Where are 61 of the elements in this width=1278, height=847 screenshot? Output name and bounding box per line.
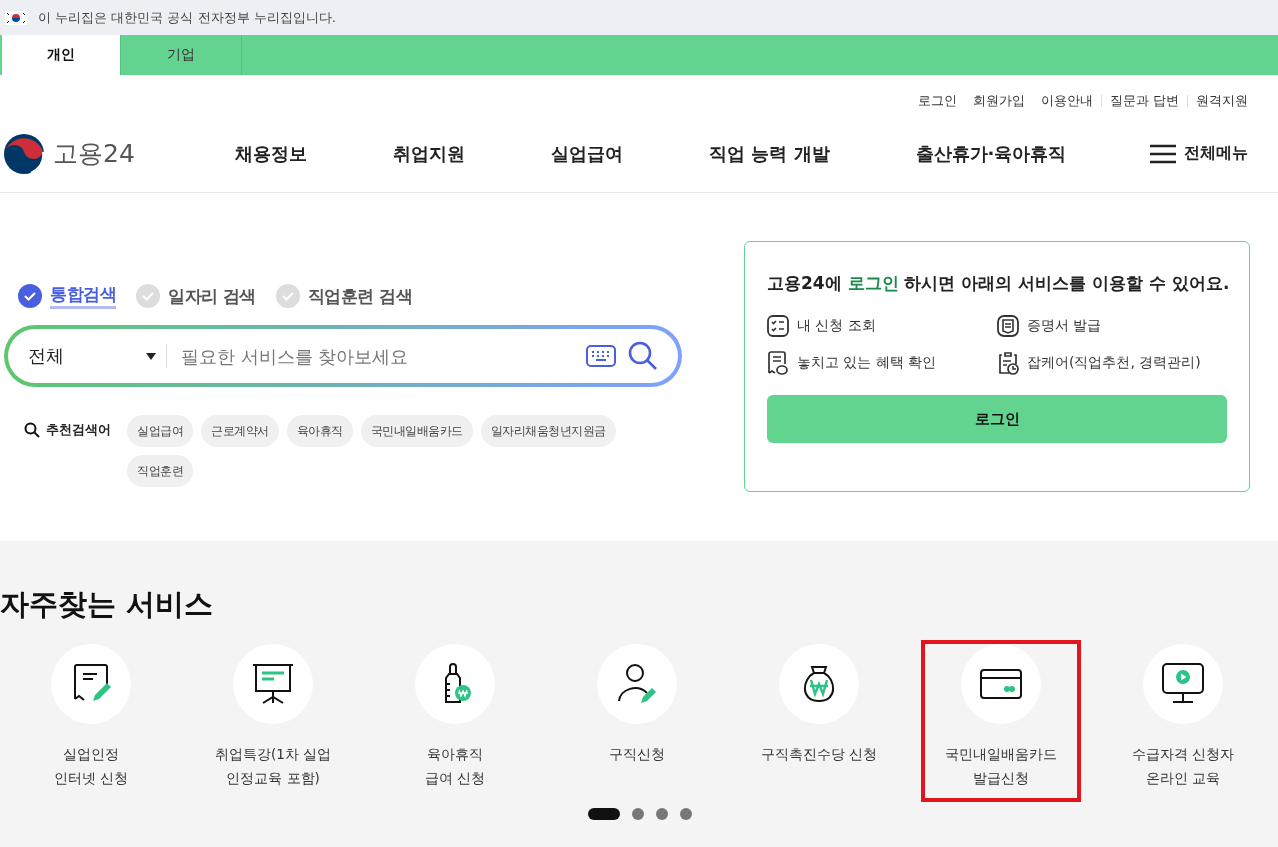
category-select[interactable]: 전체 — [28, 344, 167, 368]
search-type-option[interactable]: 직업훈련 검색 — [275, 283, 413, 309]
checklist-icon — [767, 315, 789, 337]
person-pencil-icon — [617, 663, 657, 705]
service-label[interactable]: 수급자격 신청자 온라인 교육 — [1131, 742, 1235, 798]
search-icon[interactable] — [628, 341, 658, 371]
document-coin-icon — [767, 351, 789, 375]
service-label[interactable]: 육아휴직 급여 신청 — [424, 742, 486, 798]
keyword-chip[interactable]: 국민내일배움카드 — [360, 415, 473, 447]
presentation-board-icon — [251, 663, 295, 705]
section-title: 자주찾는 서비스 — [0, 586, 215, 623]
check-circle-icon — [275, 284, 300, 308]
keyword-chip[interactable]: 실업급여 — [127, 415, 193, 447]
carousel-dot[interactable] — [632, 808, 644, 820]
flag-icon — [4, 9, 28, 26]
feature-label: 내 신청 조회 — [797, 317, 876, 335]
all-menu-button[interactable]: 전체메뉴 — [1150, 143, 1248, 164]
nav-link[interactable]: 채용정보 — [235, 141, 307, 166]
utility-link[interactable]: 원격지원 — [1196, 92, 1248, 110]
menu-icon — [1150, 143, 1176, 164]
keyword-chip[interactable]: 일자리채움청년지원금 — [480, 415, 616, 447]
utility-link[interactable]: 로그인 — [917, 92, 957, 110]
check-circle-icon — [136, 284, 160, 308]
clipboard-clock-icon — [997, 351, 1019, 375]
check-circle-icon — [18, 284, 42, 308]
login-prompt: 고용24에 로그인 하시면 아래의 서비스를 이용할 수 있어요. — [767, 272, 1227, 295]
carousel-dot[interactable] — [656, 808, 668, 820]
service-label[interactable]: 국민내일배움카드 발급신청 — [945, 742, 1057, 798]
logo-icon — [3, 132, 45, 175]
recommended-label: 추천검색어 — [46, 421, 111, 439]
login-button[interactable]: 로그인 — [767, 395, 1227, 443]
gov-banner-text: 이 누리집은 대한민국 공식 전자정부 누리집입니다. — [38, 8, 336, 27]
feature-label: 놓치고 있는 혜택 확인 — [797, 354, 937, 372]
utility-link[interactable]: 회원가입 — [972, 92, 1025, 110]
certificate-icon — [997, 315, 1019, 337]
utility-link[interactable]: 이용안내 — [1040, 92, 1093, 110]
search-type-option[interactable]: 일자리 검색 — [136, 283, 256, 309]
service-label[interactable]: 구직신청 — [609, 742, 665, 798]
keyword-chip[interactable]: 육아휴직 — [286, 415, 353, 447]
caret-icon — [146, 352, 156, 360]
nav-link[interactable]: 출산휴가·육아휴직 — [915, 141, 1067, 166]
nav-link[interactable]: 취업지원 — [393, 141, 465, 166]
keyboard-icon[interactable] — [586, 345, 616, 367]
service-label[interactable]: 취업특강(1차 실업 인정교육 포함) — [214, 742, 332, 798]
carousel-dot[interactable] — [680, 808, 692, 820]
audience-tab[interactable]: 개인 — [0, 35, 121, 75]
feature-label: 잡케어(직업추천, 경력관리) — [1027, 354, 1201, 372]
utility-link[interactable]: 질문과 답변 — [1109, 92, 1179, 110]
keyword-chip[interactable]: 근로계약서 — [201, 415, 279, 447]
logo-text: 고용24 — [53, 138, 135, 170]
keyword-chip[interactable]: 직업훈련 — [127, 455, 193, 487]
service-label[interactable]: 구직촉진수당 신청 — [760, 742, 878, 798]
search-field[interactable]: 전체 필요한 서비스를 찾아보세요 — [4, 325, 682, 387]
nav-link[interactable]: 직업 능력 개발 — [709, 141, 830, 166]
search-type-option[interactable]: 통합검색 — [18, 283, 116, 309]
feature-label: 증명서 발급 — [1027, 317, 1102, 335]
monitor-play-icon — [1162, 663, 1204, 705]
nav-link[interactable]: 실업급여 — [551, 141, 623, 166]
credit-card-icon — [980, 669, 1022, 699]
search-icon — [24, 422, 40, 438]
service-label[interactable]: 실업인정 인터넷 신청 — [53, 742, 129, 798]
